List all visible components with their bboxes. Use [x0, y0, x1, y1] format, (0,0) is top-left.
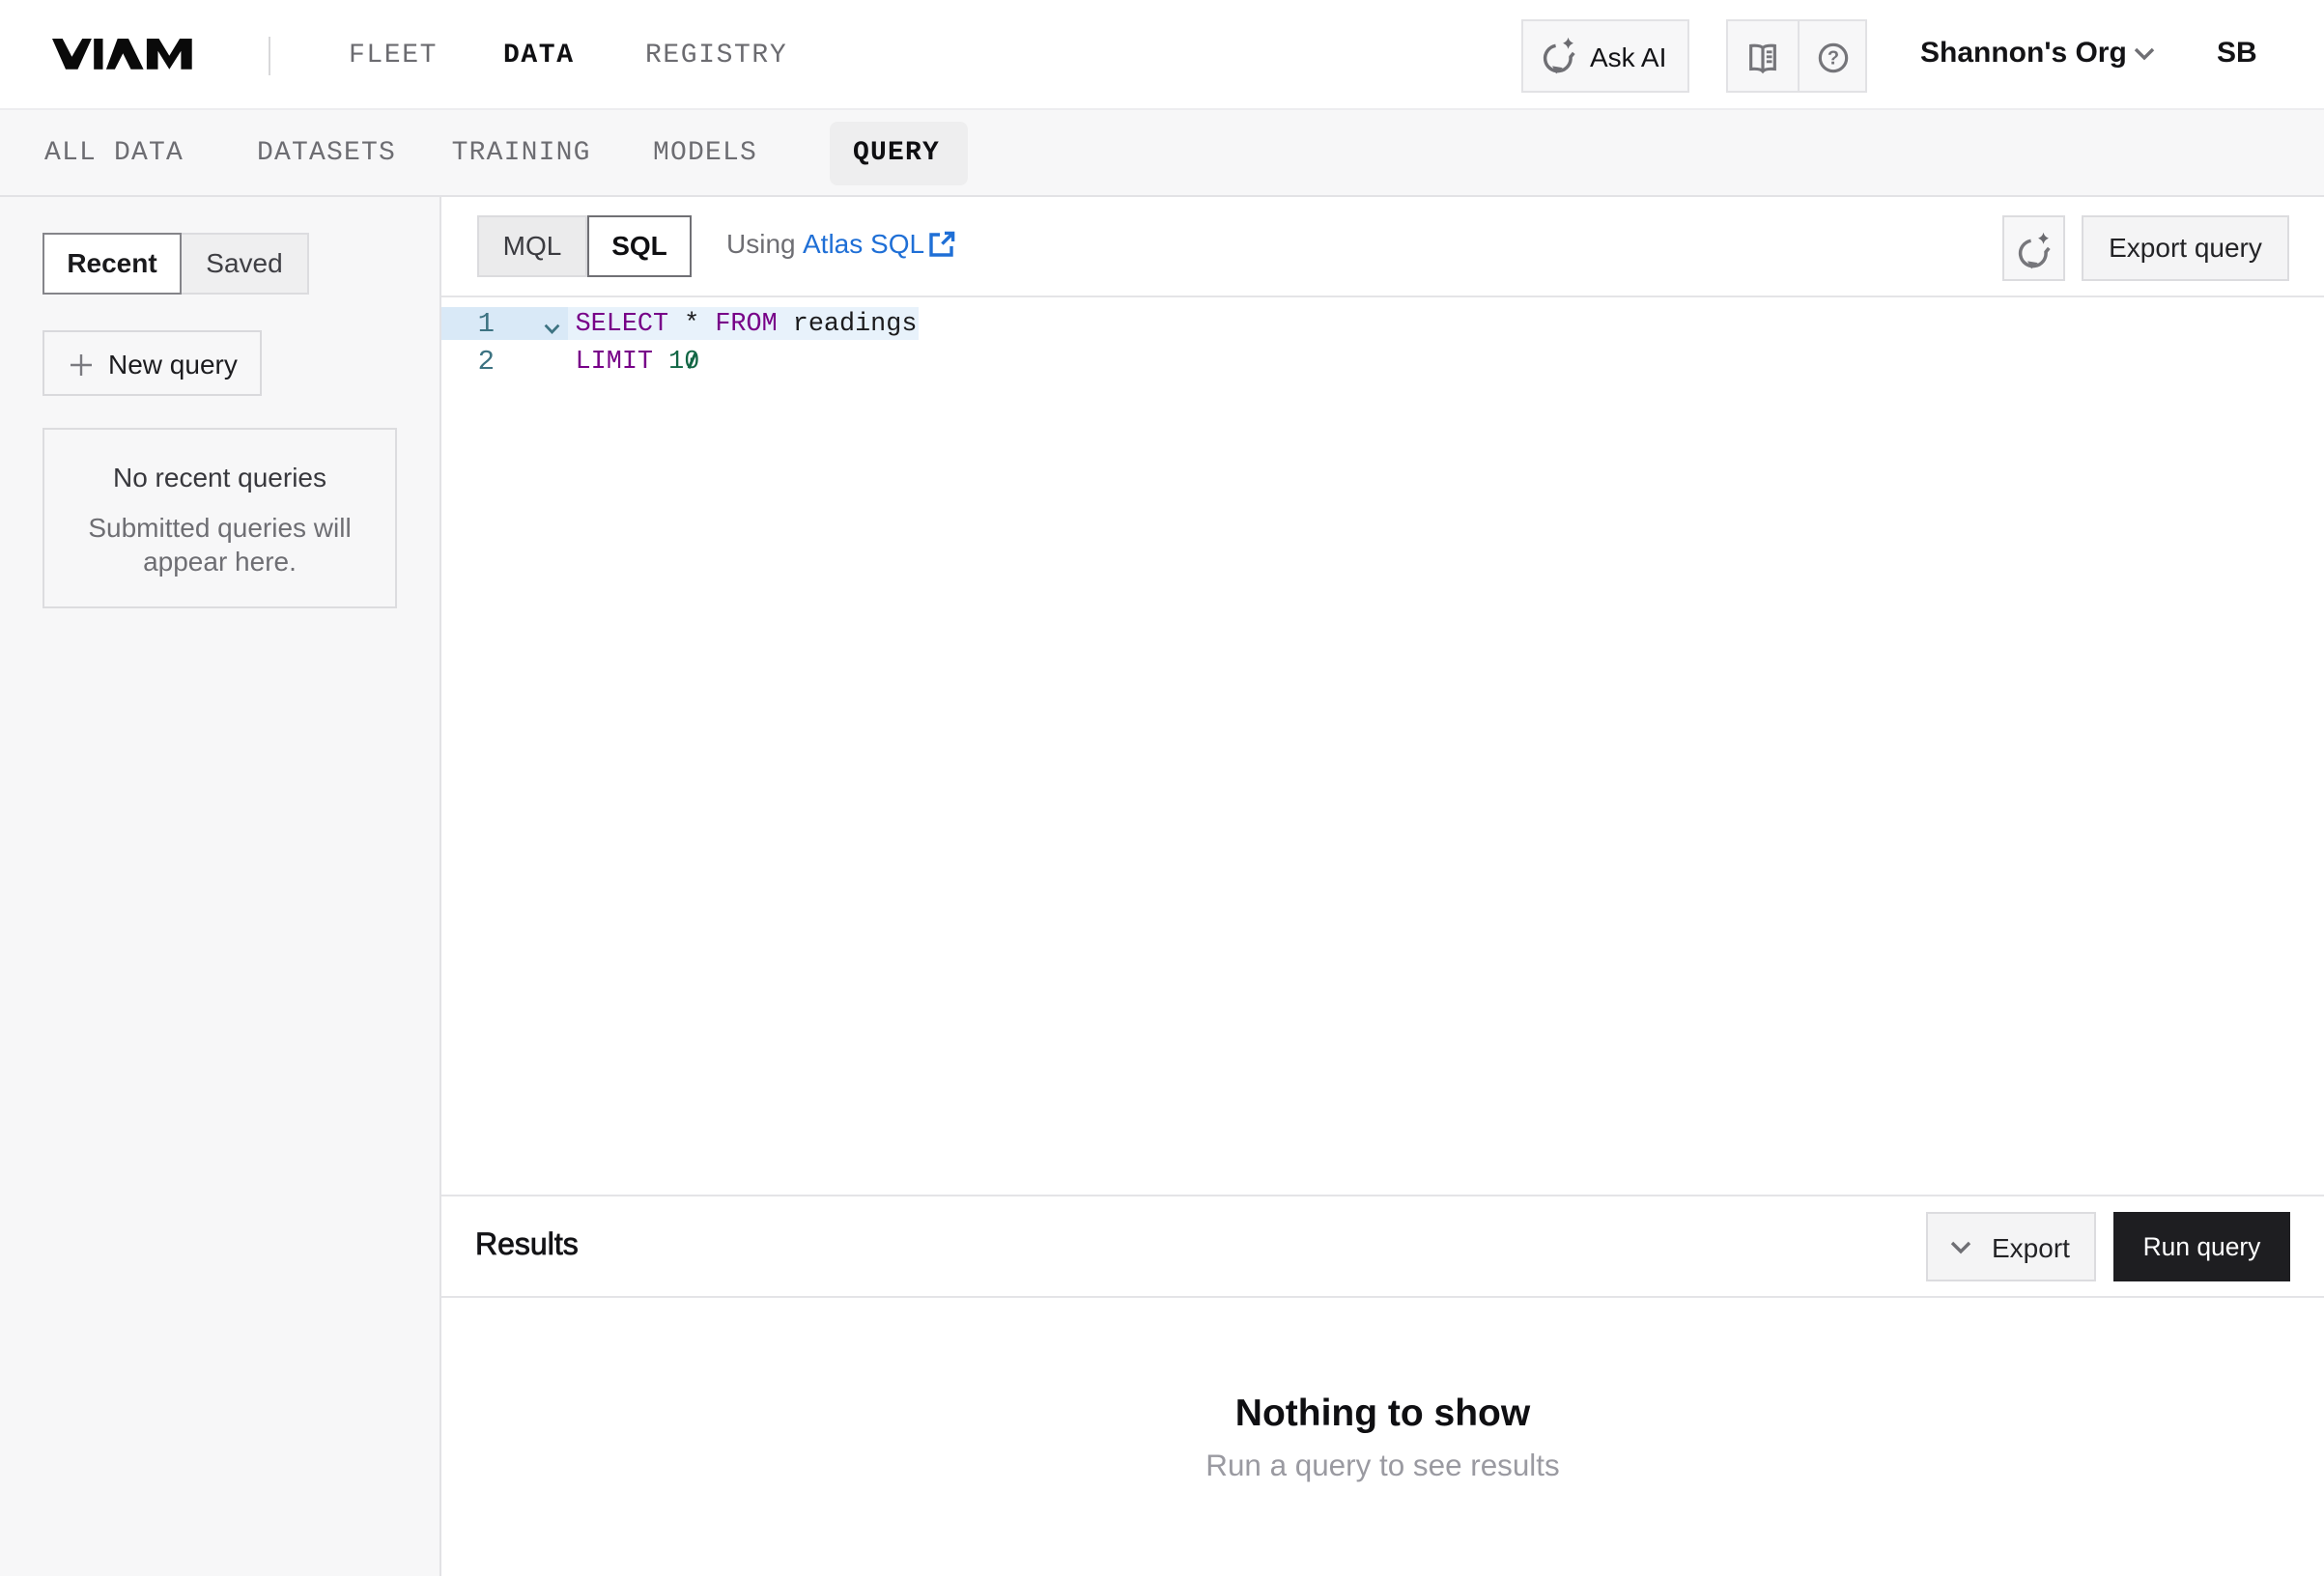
svg-text:?: ? [1828, 48, 1839, 70]
